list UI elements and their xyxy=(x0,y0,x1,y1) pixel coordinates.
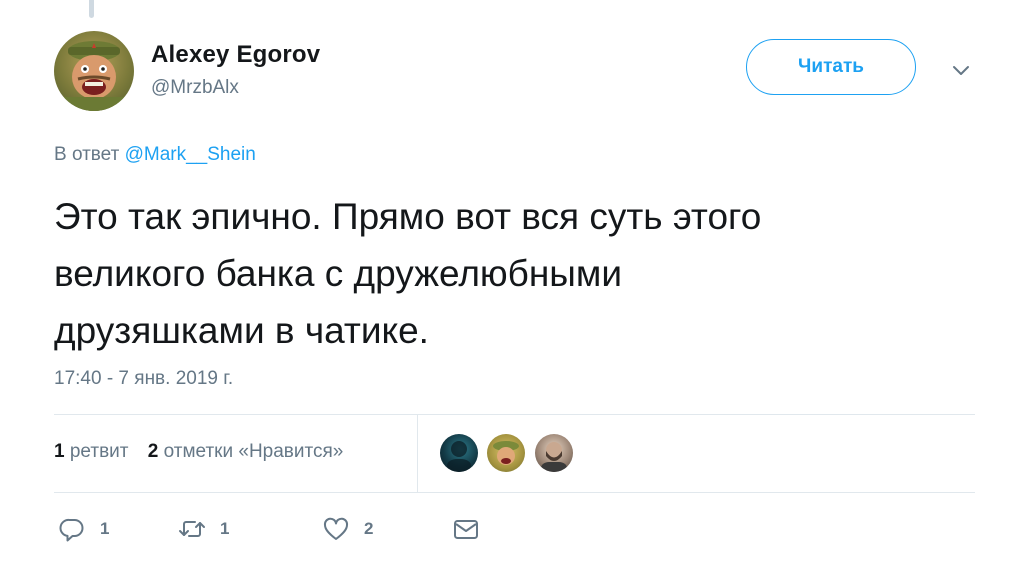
stats-separator xyxy=(417,414,418,492)
liker-avatar[interactable] xyxy=(487,434,525,472)
retweets-label: ретвит xyxy=(69,441,129,462)
tweet-text: Это так эпично. Прямо вот вся суть этого… xyxy=(54,196,762,351)
reply-prefix: В ответ xyxy=(54,144,120,165)
liker-avatar-image xyxy=(541,442,567,472)
reply-count: 1 xyxy=(100,519,110,538)
chevron-down-icon[interactable] xyxy=(948,60,974,82)
retweet-button[interactable]: 1 xyxy=(178,514,229,544)
avatar-illustration xyxy=(64,41,124,111)
retweet-count: 1 xyxy=(220,519,230,538)
like-count: 2 xyxy=(364,519,374,538)
heart-icon xyxy=(323,517,349,540)
divider-bottom xyxy=(54,492,975,493)
divider-top xyxy=(54,414,975,415)
envelope-icon xyxy=(454,520,478,539)
reply-context: В ответ @Mark__Shein xyxy=(54,144,256,166)
likes-stat[interactable]: 2 отметки «Нравится» xyxy=(148,441,344,462)
reply-icon xyxy=(59,518,84,542)
tweet-timestamp[interactable]: 17:40 - 7 янв. 2019 г. xyxy=(54,368,233,390)
liker-avatar[interactable] xyxy=(440,434,478,472)
tweet-stats: 1 ретвит 2 отметки «Нравится» xyxy=(54,441,357,463)
liker-avatar-image xyxy=(447,441,471,472)
thread-connector-line xyxy=(89,0,94,18)
direct-message-button[interactable] xyxy=(452,514,480,544)
liker-avatar-image xyxy=(493,441,519,465)
liker-avatar[interactable] xyxy=(535,434,573,472)
reply-button[interactable]: 1 xyxy=(58,514,109,544)
author-avatar[interactable] xyxy=(54,31,134,111)
likes-label: отметки «Нравится» xyxy=(163,441,344,462)
retweets-stat[interactable]: 1 ретвит xyxy=(54,441,128,462)
retweet-icon xyxy=(179,521,205,537)
author-handle[interactable]: @MrzbAlx xyxy=(151,77,239,99)
likes-count: 2 xyxy=(147,441,159,462)
follow-button[interactable]: Читать xyxy=(746,39,916,95)
author-name[interactable]: Alexey Egorov xyxy=(151,41,320,69)
reply-mention-link[interactable]: @Mark__Shein xyxy=(125,144,256,165)
like-button[interactable]: 2 xyxy=(322,514,373,544)
retweets-count: 1 xyxy=(54,441,65,462)
